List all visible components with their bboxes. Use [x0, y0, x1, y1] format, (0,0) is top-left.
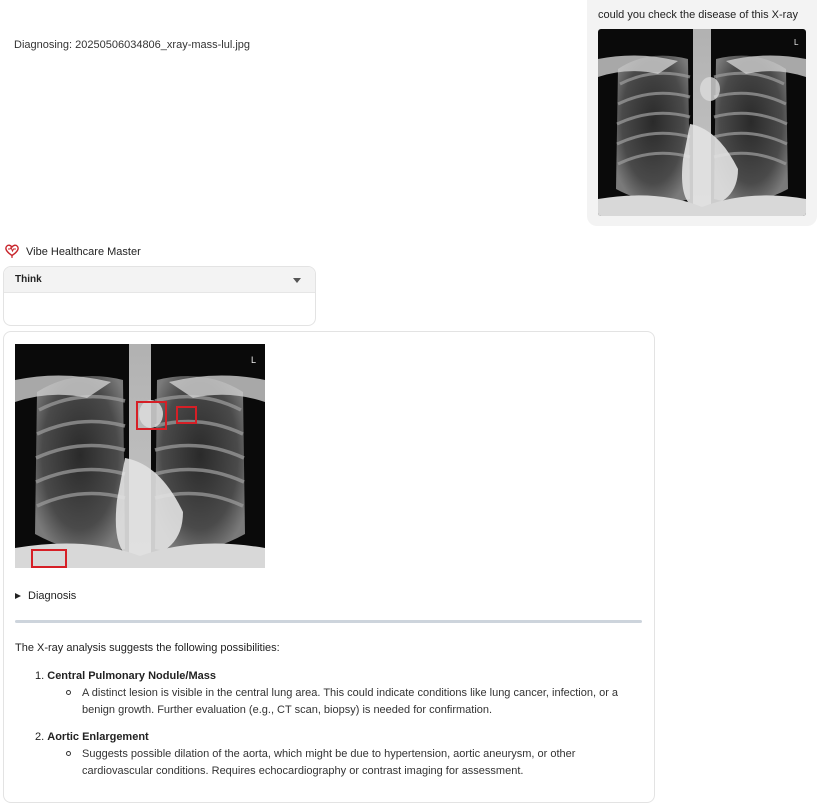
diagnosis-details-toggle[interactable]: Diagnosis — [15, 590, 76, 602]
detection-box-nodule[interactable] — [136, 401, 167, 430]
finding-title: Aortic Enlargement — [47, 731, 149, 743]
divider — [15, 620, 642, 623]
result-intro-text: The X-ray analysis suggests the followin… — [15, 642, 280, 654]
bullet-icon — [66, 751, 71, 756]
caret-right-icon — [15, 593, 21, 599]
finding-number: 2. — [35, 731, 45, 743]
detection-box-lower[interactable] — [31, 549, 67, 568]
finding-number: 1. — [35, 670, 45, 682]
finding-item-1-title: 1. Central Pulmonary Nodule/Mass — [35, 670, 216, 682]
think-toggle[interactable]: Think — [4, 267, 315, 293]
heart-stethoscope-icon — [4, 242, 20, 263]
finding-item-2-description: Suggests possible dilation of the aorta,… — [82, 748, 576, 777]
xray-side-marker: L — [794, 38, 799, 47]
xray-side-marker: L — [251, 355, 256, 365]
think-body-text: Diagnosing: 20250506034806_xray-mass-lul… — [14, 39, 251, 51]
assistant-name: Vibe Healthcare Master — [26, 246, 141, 258]
diagnosis-label: Diagnosis — [28, 590, 77, 602]
annotated-xray-image[interactable]: L — [15, 344, 265, 568]
detection-box-aortic[interactable] — [176, 406, 197, 424]
assistant-header: Vibe Healthcare Master — [4, 243, 141, 261]
think-panel: Think — [3, 266, 316, 326]
finding-item-2-title: 2. Aortic Enlargement — [35, 731, 149, 743]
user-message-text: could you check the disease of this X-ra… — [598, 9, 798, 21]
think-title: Think — [15, 274, 42, 285]
bullet-icon — [66, 690, 71, 695]
user-xray-image[interactable]: L — [598, 29, 806, 216]
finding-item-1-description: A distinct lesion is visible in the cent… — [82, 687, 619, 716]
chevron-down-icon[interactable] — [293, 278, 301, 283]
finding-title: Central Pulmonary Nodule/Mass — [47, 670, 216, 682]
